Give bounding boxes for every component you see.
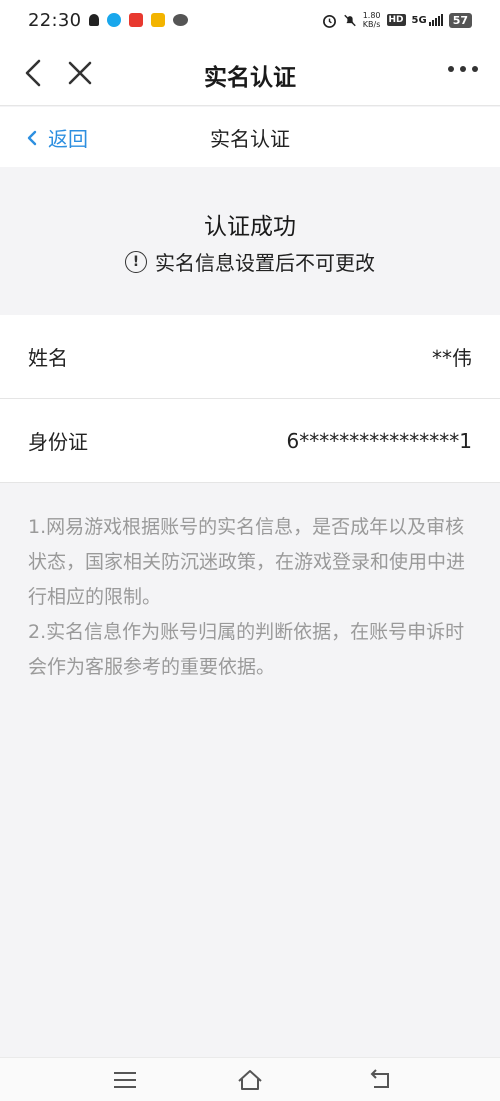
more-icon[interactable] <box>448 66 478 72</box>
notes: 1.网易游戏根据账号的实名信息，是否成年以及审核状态，国家相关防沉迷政策，在游戏… <box>28 510 474 685</box>
network-speed: 1.80 KB/s <box>363 11 381 29</box>
warning-icon: ! <box>125 250 147 273</box>
note-item: 1.网易游戏根据账号的实名信息，是否成年以及审核状态，国家相关防沉迷政策，在游戏… <box>28 516 466 608</box>
name-value: **伟 <box>432 346 472 370</box>
system-nav-bar <box>0 1057 500 1101</box>
result-note-text: 实名信息设置后不可更改 <box>155 251 375 275</box>
inner-nav-bar: 返回 实名认证 <box>0 107 500 167</box>
alarm-icon <box>322 14 336 28</box>
network-type: 5G <box>412 14 443 26</box>
wechat-icon <box>173 14 189 26</box>
id-card-row: 身份证 6****************1 <box>0 399 500 483</box>
mute-icon <box>343 14 356 26</box>
name-label: 姓名 <box>28 346 68 370</box>
home-icon[interactable] <box>236 1068 264 1092</box>
id-card-label: 身份证 <box>28 430 88 454</box>
page-title: 实名认证 <box>204 65 296 91</box>
status-time: 22:30 <box>28 9 82 31</box>
name-row: 姓名 **伟 <box>0 315 500 399</box>
verification-result: 认证成功 ! 实名信息设置后不可更改 <box>0 167 500 315</box>
note-item: 2.实名信息作为账号归属的判断依据，在账号申诉时会作为客服参考的重要依据。 <box>28 621 465 678</box>
hd-badge: HD <box>386 14 406 26</box>
menu-icon[interactable] <box>114 1072 136 1088</box>
battery-icon: 57 <box>448 12 472 28</box>
signal-icon <box>428 14 443 26</box>
result-note: ! 实名信息设置后不可更改 <box>0 247 500 276</box>
red-app-icon <box>129 13 144 27</box>
network-label: 5G <box>411 15 427 26</box>
speed-value: 1.80 <box>362 11 381 20</box>
tiktok-icon <box>89 14 100 26</box>
result-title: 认证成功 <box>204 214 296 240</box>
info-list: 姓名 **伟 身份证 6****************1 <box>0 315 500 483</box>
top-bar: 实名认证 <box>0 40 500 106</box>
speed-unit: KB/s <box>362 20 381 29</box>
status-bar: 22:30 1.80 KB/s HD 5G 57 <box>0 0 500 40</box>
yellow-app-icon <box>151 13 166 27</box>
nav-title: 实名认证 <box>210 127 290 151</box>
id-card-value: 6****************1 <box>286 428 472 453</box>
qq-icon <box>107 13 122 27</box>
back-icon[interactable] <box>368 1068 394 1092</box>
status-right: 1.80 KB/s HD 5G 57 <box>322 11 472 29</box>
status-left: 22:30 <box>28 9 189 31</box>
